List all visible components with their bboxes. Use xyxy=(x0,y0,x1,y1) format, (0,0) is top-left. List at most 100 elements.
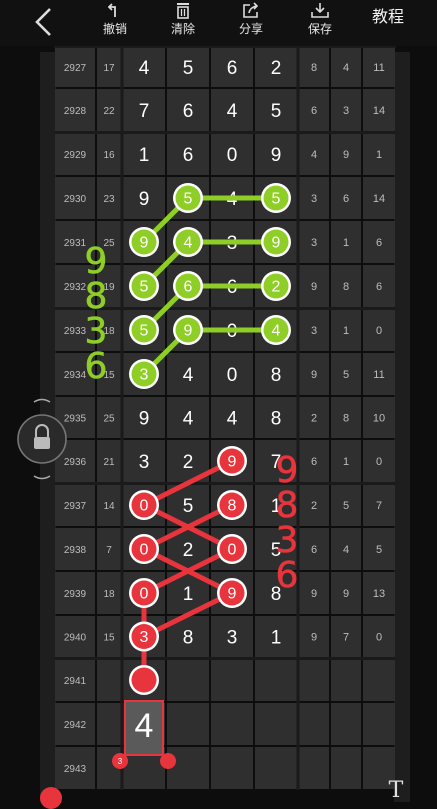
extra-value: 1 xyxy=(343,325,349,337)
digit-cell: 4 xyxy=(227,101,238,122)
digit-cell: 2 xyxy=(183,452,194,473)
sum-value: 18 xyxy=(103,589,115,600)
svg-text:5: 5 xyxy=(140,279,149,296)
issue-number: 2942 xyxy=(64,720,87,731)
save-button[interactable]: 保存 xyxy=(294,0,346,44)
extra-value: 1 xyxy=(376,149,382,161)
undo-label: 撤销 xyxy=(102,22,127,36)
extra-value: 8 xyxy=(343,413,349,425)
extra-value: 9 xyxy=(343,588,349,600)
green-marker[interactable]: 5 xyxy=(129,271,159,301)
svg-text:2: 2 xyxy=(272,279,281,296)
green-marker[interactable]: 9 xyxy=(129,227,159,257)
digit-cell: 5 xyxy=(183,496,194,517)
back-arrow-icon[interactable] xyxy=(30,6,60,38)
input-handle-right[interactable] xyxy=(160,753,176,769)
digit-cell: 2 xyxy=(271,58,282,79)
extra-value: 6 xyxy=(376,237,382,249)
digit-cell: 0 xyxy=(227,145,238,166)
digit-cell: 8 xyxy=(271,409,282,430)
red-marker[interactable]: 9 xyxy=(217,578,247,608)
issue-number: 2932 xyxy=(64,282,87,293)
undo-icon xyxy=(107,3,116,17)
svg-text:4: 4 xyxy=(184,235,193,252)
digit-input-box[interactable]: 4 xyxy=(124,700,164,756)
issue-number: 2928 xyxy=(64,106,87,117)
green-marker[interactable]: 6 xyxy=(173,271,203,301)
red-marker[interactable] xyxy=(129,665,159,695)
lock-control[interactable] xyxy=(16,395,68,487)
extra-value: 7 xyxy=(343,632,349,644)
svg-text:5: 5 xyxy=(184,191,193,208)
extra-value: 6 xyxy=(311,105,317,117)
clear-button[interactable]: 清除 xyxy=(157,0,209,44)
svg-text:9: 9 xyxy=(140,235,149,252)
green-marker[interactable]: 9 xyxy=(261,227,291,257)
svg-text:6: 6 xyxy=(184,279,193,296)
share-icon xyxy=(243,2,259,18)
green-marker[interactable]: 4 xyxy=(261,315,291,345)
chevron-down-icon xyxy=(33,475,51,480)
issue-number: 2931 xyxy=(64,238,87,249)
digit-cell: 9 xyxy=(271,145,282,166)
extra-value: 1 xyxy=(343,237,349,249)
digit-cell: 6 xyxy=(183,145,194,166)
red-marker[interactable]: 9 xyxy=(217,446,247,476)
red-pen-button[interactable] xyxy=(40,787,62,809)
text-tool-button[interactable]: T xyxy=(384,779,408,803)
digit-cell: 8 xyxy=(183,628,194,649)
share-button[interactable]: 分享 xyxy=(225,0,277,44)
extra-value: 3 xyxy=(311,237,317,249)
extra-value: 0 xyxy=(376,456,382,468)
svg-text:9: 9 xyxy=(228,586,237,603)
svg-text:0: 0 xyxy=(140,498,149,515)
green-marker[interactable]: 5 xyxy=(129,315,159,345)
green-marker[interactable]: 9 xyxy=(173,315,203,345)
digit-cell: 1 xyxy=(183,584,194,605)
tutorial-button[interactable]: 教程 xyxy=(362,6,414,30)
red-marker[interactable]: 0 xyxy=(129,534,159,564)
digit-cell: 6 xyxy=(227,58,238,79)
extra-value: 8 xyxy=(311,62,317,74)
red-marker[interactable]: 0 xyxy=(129,490,159,520)
sum-value: 23 xyxy=(103,194,115,205)
sum-value: 14 xyxy=(103,501,115,512)
green-marker[interactable]: 2 xyxy=(261,271,291,301)
extra-value: 5 xyxy=(343,369,349,381)
sum-value: 7 xyxy=(106,545,112,556)
share-label: 分享 xyxy=(238,22,263,36)
digit-cell: 2 xyxy=(183,540,194,561)
svg-text:0: 0 xyxy=(228,542,237,559)
extra-value: 6 xyxy=(343,193,349,205)
green-marker[interactable]: 3 xyxy=(129,359,159,389)
extra-value: 13 xyxy=(373,588,385,600)
extra-value: 4 xyxy=(311,149,317,161)
green-marker[interactable]: 5 xyxy=(173,183,203,213)
save-label: 保存 xyxy=(307,22,332,36)
extra-value: 11 xyxy=(373,369,384,381)
digit-cell: 8 xyxy=(271,365,282,386)
extra-value: 3 xyxy=(311,193,317,205)
digit-cell: 4 xyxy=(183,409,194,430)
chevron-up-icon xyxy=(33,398,51,403)
red-annotation-digit: 6 xyxy=(276,555,299,596)
issue-number: 2934 xyxy=(64,370,87,381)
green-marker[interactable]: 4 xyxy=(173,227,203,257)
red-marker[interactable]: 0 xyxy=(129,578,159,608)
clear-label: 清除 xyxy=(170,22,195,36)
extra-value: 11 xyxy=(373,62,384,74)
save-icon xyxy=(311,3,329,18)
sum-value: 22 xyxy=(103,106,115,117)
toolbar: 撤销 清除 分享 保存 教程 xyxy=(0,0,437,46)
issue-number: 2933 xyxy=(64,326,87,337)
extra-value: 9 xyxy=(311,632,317,644)
issue-number: 2939 xyxy=(64,589,87,600)
red-marker[interactable]: 0 xyxy=(217,534,247,564)
red-marker[interactable]: 8 xyxy=(217,490,247,520)
digit-cell: 9 xyxy=(139,189,150,210)
svg-text:9: 9 xyxy=(272,235,281,252)
extra-value: 5 xyxy=(343,500,349,512)
green-marker[interactable]: 5 xyxy=(261,183,291,213)
undo-button[interactable]: 撤销 xyxy=(89,0,141,44)
red-marker[interactable]: 3 xyxy=(129,621,159,652)
